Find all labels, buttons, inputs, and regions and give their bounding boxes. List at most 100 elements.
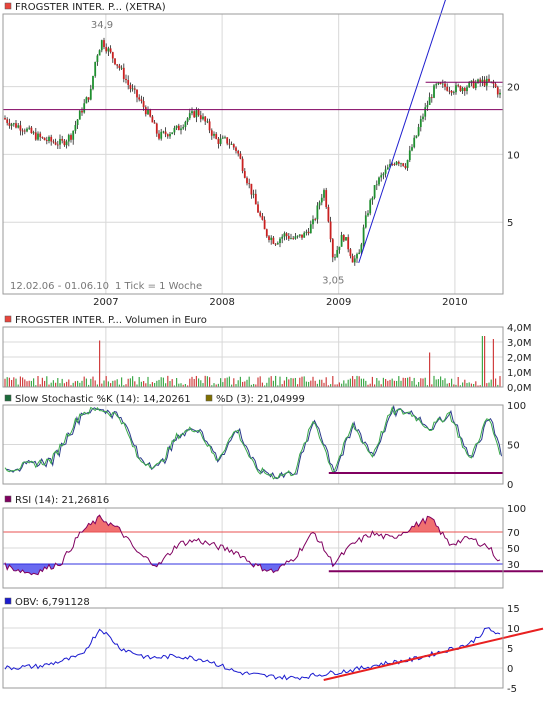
candle-body <box>215 133 218 139</box>
volume-bar <box>457 376 459 387</box>
candle-body <box>76 119 79 126</box>
candle-body <box>15 123 17 128</box>
candle-body <box>140 99 143 102</box>
candle-body <box>48 136 50 142</box>
volume-bar <box>433 375 435 387</box>
candle-body <box>411 147 413 151</box>
y-tick-label: 10 <box>507 150 520 161</box>
candle-body <box>85 97 88 104</box>
volume-bar <box>382 377 384 387</box>
candle-body <box>98 50 101 56</box>
candle-body <box>232 144 235 148</box>
volume-bar <box>345 383 347 387</box>
trend-line <box>358 0 446 264</box>
volume-bar <box>266 382 268 387</box>
candle-body <box>446 86 449 91</box>
volume-bar <box>72 382 74 387</box>
candle-body <box>171 132 174 134</box>
candle-body <box>6 119 9 123</box>
volume-bar <box>409 376 411 387</box>
volume-bar <box>495 378 497 387</box>
candle-body <box>413 137 416 148</box>
volume-bar <box>442 380 444 387</box>
volume-bar <box>107 381 109 387</box>
volume-bar <box>83 376 85 387</box>
candle-body <box>206 121 209 123</box>
candle-body <box>87 97 90 100</box>
candle-body <box>202 116 204 120</box>
candle-body <box>294 236 297 239</box>
candle-body <box>408 150 411 161</box>
candle-body <box>254 193 257 205</box>
volume-bar <box>8 377 10 387</box>
y-tick-label: 3,0M <box>507 338 532 349</box>
stochastic-lines <box>4 404 503 480</box>
volume-bar <box>206 376 208 387</box>
volume-bar <box>143 381 145 387</box>
candle-body <box>89 88 92 100</box>
volume-bar <box>237 380 239 387</box>
volume-bar <box>440 376 442 387</box>
y-tick-label: 100 <box>507 504 526 515</box>
candle-body <box>37 133 39 140</box>
candle-body <box>312 219 314 225</box>
candle-body <box>8 122 11 126</box>
candle-body <box>39 133 42 138</box>
candle-body <box>415 135 418 138</box>
tick-interval-label: 1 Tick = 1 Woche <box>115 281 202 292</box>
candle-body <box>61 138 64 141</box>
candle-body <box>364 215 367 228</box>
volume-bar <box>492 339 494 387</box>
volume-bar <box>74 381 76 387</box>
volume-bar <box>112 380 114 387</box>
candle-body <box>353 258 356 263</box>
volume-bar <box>103 380 105 387</box>
volume-bar <box>59 383 61 387</box>
volume-bar <box>213 383 215 387</box>
volume-bar <box>13 377 15 387</box>
volume-bar <box>195 375 197 387</box>
price-chart-title: FROGSTER INTER. P... (XETRA) <box>15 2 166 13</box>
volume-bar <box>101 383 103 387</box>
candle-body <box>230 144 233 145</box>
candle-body <box>50 136 53 142</box>
candle-body <box>74 125 77 131</box>
volume-bar <box>81 380 83 387</box>
volume-bar <box>363 378 365 387</box>
volume-bar <box>325 377 327 387</box>
candle-body <box>162 131 165 133</box>
candle-body <box>424 107 427 117</box>
candle-body <box>488 78 490 82</box>
candle-body <box>92 75 94 89</box>
rsi-panel: RSI (14): 21,26816 30 50 70 100 <box>3 495 543 588</box>
candle-body <box>426 104 429 108</box>
y-tick-label: 50 <box>507 441 520 452</box>
y-tick-label: 50 <box>507 544 520 555</box>
candle-body <box>437 82 440 85</box>
volume-bar <box>349 378 351 387</box>
candle-body <box>19 125 22 131</box>
volume-bar <box>259 376 261 387</box>
candle-body <box>114 58 116 65</box>
candle-body <box>241 158 244 172</box>
volume-bar <box>224 378 226 387</box>
candle-body <box>191 111 193 114</box>
volume-bar <box>398 376 400 387</box>
high-annotation: 34,9 <box>91 20 113 31</box>
candle-body <box>213 133 215 136</box>
y-tick-label: 10 <box>507 624 520 635</box>
candle-body <box>439 82 442 84</box>
candle-body <box>248 183 251 185</box>
candle-body <box>125 78 127 80</box>
stoch-k-title: Slow Stochastic %K (14): 14,20261 <box>15 394 191 405</box>
candle-body <box>41 137 44 138</box>
stoch-d-title: %D (3): 21,04999 <box>216 394 305 405</box>
candle-body <box>221 137 224 139</box>
candle-body <box>243 171 246 178</box>
volume-bar <box>165 383 167 387</box>
volume-bar <box>44 380 46 387</box>
volume-bar <box>68 379 70 387</box>
candle-body <box>177 125 180 131</box>
candle-body <box>72 130 75 140</box>
candle-body <box>301 234 303 238</box>
